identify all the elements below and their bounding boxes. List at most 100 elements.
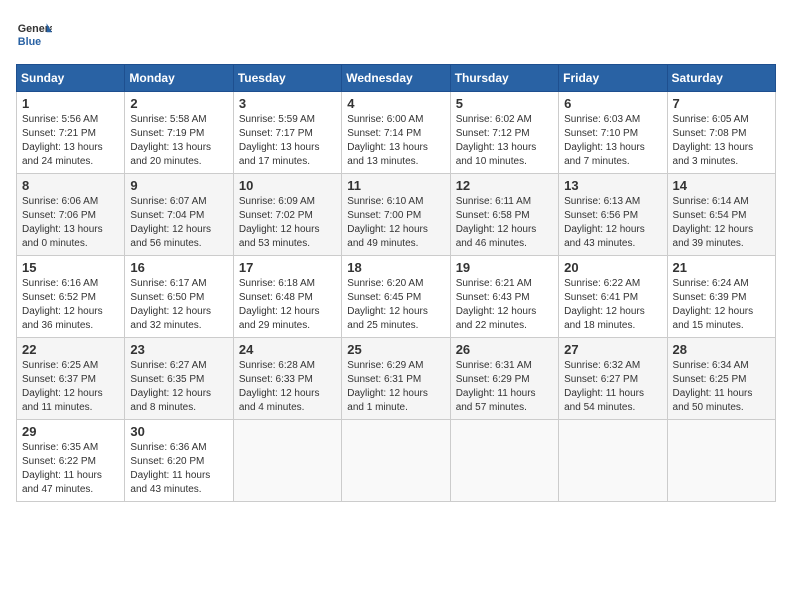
day-info: Sunrise: 6:31 AMSunset: 6:29 PMDaylight:… — [456, 359, 553, 415]
svg-text:Blue: Blue — [18, 36, 41, 48]
calendar-day-cell: 9Sunrise: 6:07 AMSunset: 7:04 PMDaylight… — [125, 174, 233, 256]
day-number: 28 — [673, 342, 770, 357]
calendar-day-cell: 27 Sunrise: 6:32 AMSunset: 6:27 PMDayligh… — [559, 338, 667, 420]
weekday-header-row: SundayMondayTuesdayWednesdayThursdayFrid… — [17, 65, 776, 92]
calendar-week-row: 8Sunrise: 6:06 AMSunset: 7:06 PMDaylight… — [17, 174, 776, 256]
day-info: Sunrise: 6:35 AMSunset: 6:22 PMDaylight:… — [22, 441, 119, 497]
day-number: 8 — [22, 178, 119, 193]
weekday-header-saturday: Saturday — [667, 65, 775, 92]
day-info: Sunrise: 6:28 AMSunset: 6:33 PMDaylight:… — [239, 359, 336, 415]
calendar-day-cell: 29 Sunrise: 6:35 AMSunset: 6:22 PMDayligh… — [17, 420, 125, 502]
calendar-day-cell: 30Sunrise: 6:36 AMSunset: 6:20 PMDayligh… — [125, 420, 233, 502]
day-info: Sunrise: 6:14 AMSunset: 6:54 PMDaylight:… — [673, 195, 770, 251]
day-info: Sunrise: 6:22 AMSunset: 6:41 PMDaylight:… — [564, 277, 661, 333]
day-number: 12 — [456, 178, 553, 193]
day-info: Sunrise: 6:36 AMSunset: 6:20 PMDaylight:… — [130, 441, 227, 497]
day-info: Sunrise: 6:34 AMSunset: 6:25 PMDaylight:… — [673, 359, 770, 415]
weekday-header-tuesday: Tuesday — [233, 65, 341, 92]
day-info: Sunrise: 6:05 AMSunset: 7:08 PMDaylight:… — [673, 113, 770, 169]
day-info: Sunrise: 6:32 AMSunset: 6:27 PMDaylight:… — [564, 359, 661, 415]
day-info: Sunrise: 6:25 AMSunset: 6:37 PMDaylight:… — [22, 359, 119, 415]
calendar-day-cell: 16Sunrise: 6:17 AMSunset: 6:50 PMDayligh… — [125, 256, 233, 338]
day-number: 24 — [239, 342, 336, 357]
day-number: 29 — [22, 424, 119, 439]
calendar-day-cell: 3 Sunrise: 5:59 AMSunset: 7:17 PMDaylight… — [233, 92, 341, 174]
calendar-week-row: 1 Sunrise: 5:56 AMSunset: 7:21 PMDaylight… — [17, 92, 776, 174]
day-info: Sunrise: 6:02 AMSunset: 7:12 PMDaylight:… — [456, 113, 553, 169]
calendar-day-cell: 11 Sunrise: 6:10 AMSunset: 7:00 PMDayligh… — [342, 174, 450, 256]
calendar-day-cell: 5 Sunrise: 6:02 AMSunset: 7:12 PMDaylight… — [450, 92, 558, 174]
day-info: Sunrise: 6:09 AMSunset: 7:02 PMDaylight:… — [239, 195, 336, 251]
calendar-day-cell — [667, 420, 775, 502]
calendar-day-cell: 1 Sunrise: 5:56 AMSunset: 7:21 PMDaylight… — [17, 92, 125, 174]
day-info: Sunrise: 6:11 AMSunset: 6:58 PMDaylight:… — [456, 195, 553, 251]
calendar-day-cell: 26Sunrise: 6:31 AMSunset: 6:29 PMDayligh… — [450, 338, 558, 420]
day-number: 10 — [239, 178, 336, 193]
day-info: Sunrise: 6:21 AMSunset: 6:43 PMDaylight:… — [456, 277, 553, 333]
day-number: 11 — [347, 178, 444, 193]
day-number: 4 — [347, 96, 444, 111]
calendar-day-cell: 13 Sunrise: 6:13 AMSunset: 6:56 PMDayligh… — [559, 174, 667, 256]
logo: General Blue — [16, 16, 52, 52]
day-number: 1 — [22, 96, 119, 111]
calendar-day-cell: 7 Sunrise: 6:05 AMSunset: 7:08 PMDaylight… — [667, 92, 775, 174]
weekday-header-wednesday: Wednesday — [342, 65, 450, 92]
logo-icon: General Blue — [16, 16, 52, 52]
day-number: 22 — [22, 342, 119, 357]
day-number: 6 — [564, 96, 661, 111]
calendar-day-cell: 23 Sunrise: 6:27 AMSunset: 6:35 PMDayligh… — [125, 338, 233, 420]
day-info: Sunrise: 6:20 AMSunset: 6:45 PMDaylight:… — [347, 277, 444, 333]
day-info: Sunrise: 6:18 AMSunset: 6:48 PMDaylight:… — [239, 277, 336, 333]
calendar-week-row: 22 Sunrise: 6:25 AMSunset: 6:37 PMDayligh… — [17, 338, 776, 420]
calendar-day-cell: 25Sunrise: 6:29 AMSunset: 6:31 PMDayligh… — [342, 338, 450, 420]
day-number: 3 — [239, 96, 336, 111]
day-info: Sunrise: 6:16 AMSunset: 6:52 PMDaylight:… — [22, 277, 119, 333]
calendar-day-cell: 6 Sunrise: 6:03 AMSunset: 7:10 PMDaylight… — [559, 92, 667, 174]
day-info: Sunrise: 5:59 AMSunset: 7:17 PMDaylight:… — [239, 113, 336, 169]
day-number: 15 — [22, 260, 119, 275]
day-number: 13 — [564, 178, 661, 193]
calendar-day-cell: 24 Sunrise: 6:28 AMSunset: 6:33 PMDayligh… — [233, 338, 341, 420]
calendar-day-cell: 22 Sunrise: 6:25 AMSunset: 6:37 PMDayligh… — [17, 338, 125, 420]
calendar-day-cell: 4 Sunrise: 6:00 AMSunset: 7:14 PMDaylight… — [342, 92, 450, 174]
day-info: Sunrise: 6:27 AMSunset: 6:35 PMDaylight:… — [130, 359, 227, 415]
page-header: General Blue — [16, 16, 776, 52]
calendar-week-row: 29 Sunrise: 6:35 AMSunset: 6:22 PMDayligh… — [17, 420, 776, 502]
day-number: 2 — [130, 96, 227, 111]
day-number: 17 — [239, 260, 336, 275]
calendar-day-cell — [233, 420, 341, 502]
day-number: 7 — [673, 96, 770, 111]
calendar-day-cell: 20Sunrise: 6:22 AMSunset: 6:41 PMDayligh… — [559, 256, 667, 338]
calendar-day-cell: 18Sunrise: 6:20 AMSunset: 6:45 PMDayligh… — [342, 256, 450, 338]
day-info: Sunrise: 6:00 AMSunset: 7:14 PMDaylight:… — [347, 113, 444, 169]
calendar-day-cell: 17 Sunrise: 6:18 AMSunset: 6:48 PMDayligh… — [233, 256, 341, 338]
day-number: 23 — [130, 342, 227, 357]
day-number: 21 — [673, 260, 770, 275]
day-info: Sunrise: 5:56 AMSunset: 7:21 PMDaylight:… — [22, 113, 119, 169]
weekday-header-sunday: Sunday — [17, 65, 125, 92]
calendar-day-cell — [559, 420, 667, 502]
calendar-day-cell: 8Sunrise: 6:06 AMSunset: 7:06 PMDaylight… — [17, 174, 125, 256]
day-number: 27 — [564, 342, 661, 357]
day-info: Sunrise: 5:58 AMSunset: 7:19 PMDaylight:… — [130, 113, 227, 169]
day-number: 14 — [673, 178, 770, 193]
calendar-day-cell: 2 Sunrise: 5:58 AMSunset: 7:19 PMDaylight… — [125, 92, 233, 174]
day-info: Sunrise: 6:13 AMSunset: 6:56 PMDaylight:… — [564, 195, 661, 251]
day-info: Sunrise: 6:07 AMSunset: 7:04 PMDaylight:… — [130, 195, 227, 251]
day-info: Sunrise: 6:24 AMSunset: 6:39 PMDaylight:… — [673, 277, 770, 333]
day-info: Sunrise: 6:29 AMSunset: 6:31 PMDaylight:… — [347, 359, 444, 415]
day-info: Sunrise: 6:10 AMSunset: 7:00 PMDaylight:… — [347, 195, 444, 251]
calendar-day-cell: 19 Sunrise: 6:21 AMSunset: 6:43 PMDayligh… — [450, 256, 558, 338]
day-info: Sunrise: 6:17 AMSunset: 6:50 PMDaylight:… — [130, 277, 227, 333]
calendar-day-cell: 12 Sunrise: 6:11 AMSunset: 6:58 PMDayligh… — [450, 174, 558, 256]
calendar-day-cell — [342, 420, 450, 502]
weekday-header-friday: Friday — [559, 65, 667, 92]
calendar-day-cell: 28 Sunrise: 6:34 AMSunset: 6:25 PMDayligh… — [667, 338, 775, 420]
weekday-header-thursday: Thursday — [450, 65, 558, 92]
day-info: Sunrise: 6:03 AMSunset: 7:10 PMDaylight:… — [564, 113, 661, 169]
calendar-table: SundayMondayTuesdayWednesdayThursdayFrid… — [16, 64, 776, 502]
calendar-day-cell — [450, 420, 558, 502]
day-number: 19 — [456, 260, 553, 275]
day-number: 5 — [456, 96, 553, 111]
calendar-week-row: 15 Sunrise: 6:16 AMSunset: 6:52 PMDayligh… — [17, 256, 776, 338]
